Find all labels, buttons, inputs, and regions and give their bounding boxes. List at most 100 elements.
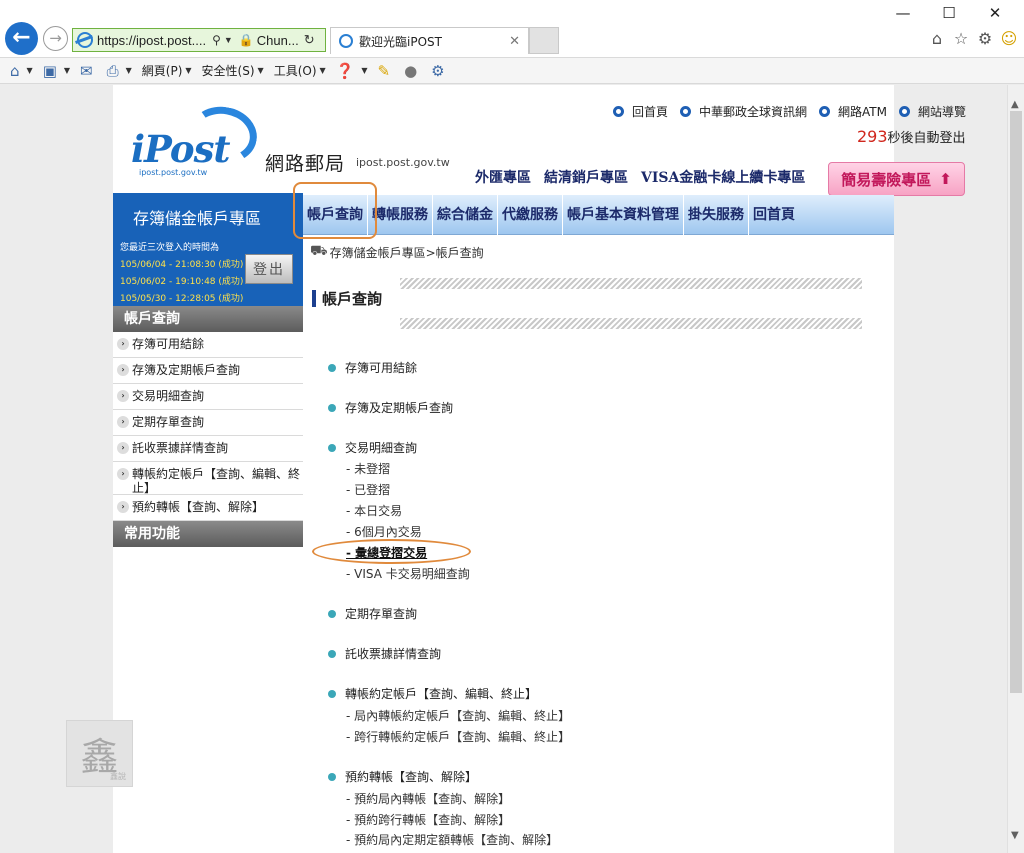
zone-visa-renewal[interactable]: VISA金融卡線上續卡專區: [641, 167, 805, 187]
page-title-text: 帳戶查詢: [322, 290, 383, 308]
command-bar: ⌂ ▼ ▣ ▼ ✉ ⎙ ▼ 網頁(P) ▼ 安全性(S) ▼ 工具(O) ▼ ❓ ▼ ✎ ● …: [0, 58, 1024, 84]
minimize-icon[interactable]: —: [880, 4, 926, 22]
link-visa-details[interactable]: - VISA 卡交易明細查詢: [346, 565, 470, 582]
lock-icon[interactable]: 🔒: [239, 33, 254, 47]
address-url[interactable]: https://ipost.post....: [97, 33, 206, 48]
tools-menu-label: 工具(O): [273, 64, 317, 78]
nav-home[interactable]: 回首頁: [749, 195, 799, 235]
top-link-atm[interactable]: 網路ATM: [819, 103, 887, 120]
link-interbank-designated[interactable]: - 跨行轉帳約定帳戶【查詢、編輯、終止】: [346, 728, 570, 745]
nav-payment-service[interactable]: 代繳服務: [498, 194, 563, 235]
nav-account-profile[interactable]: 帳戶基本資料管理: [563, 194, 684, 235]
chevron-down-icon: ▼: [26, 66, 33, 75]
close-icon[interactable]: ✕: [972, 4, 1018, 22]
sidebar-item-time-deposit[interactable]: › 定期存單查詢: [113, 410, 303, 436]
title-divider: [400, 318, 862, 329]
sidebar-item-scheduled-transfer[interactable]: › 預約轉帳【查詢、解除】: [113, 495, 303, 521]
nav-transfer-service[interactable]: 轉帳服務: [368, 194, 433, 235]
link-scheduled-domestic[interactable]: - 預約局內轉帳【查詢、解除】: [346, 790, 510, 807]
bullet-icon: [899, 106, 910, 117]
link-posted[interactable]: - 已登摺: [346, 481, 390, 498]
printer-icon: ⎙: [106, 61, 119, 80]
smiley-feedback-icon[interactable]: ☺: [1000, 29, 1018, 48]
nav-comprehensive-savings[interactable]: 綜合儲金: [433, 194, 498, 235]
settings-gear-icon[interactable]: ⚙: [976, 29, 994, 48]
tab-ipost[interactable]: 歡迎光臨iPOST ✕: [330, 27, 529, 54]
section-designated-accounts[interactable]: 轉帳約定帳戶【查詢、編輯、終止】: [328, 685, 537, 702]
bullet-icon: [680, 106, 692, 117]
logout-button[interactable]: 登出: [245, 254, 293, 284]
sidebar-item-label: 託收票據詳情查詢: [132, 441, 229, 455]
title-bar-marker: [312, 290, 316, 307]
top-link-sitemap[interactable]: 網站導覽: [899, 103, 966, 120]
browser-toolbar: ← → https://ipost.post.... ⚲ ▼ 🔒 Chun...…: [0, 0, 1024, 58]
close-tab-icon[interactable]: ✕: [509, 34, 520, 49]
zone-account-closure[interactable]: 結清銷戶專區: [544, 167, 628, 187]
help-menu[interactable]: ❓ ▼: [336, 62, 368, 80]
section-accounts[interactable]: 存簿及定期帳戶查詢: [328, 399, 453, 416]
window-controls: — ☐ ✕: [880, 4, 1018, 22]
link-today[interactable]: - 本日交易: [346, 502, 402, 519]
bullet-icon: [328, 443, 336, 452]
chevron-down-icon[interactable]: ▼: [224, 35, 233, 45]
page-menu[interactable]: 網頁(P) ▼: [142, 62, 192, 79]
favorites-star-icon[interactable]: ☆: [952, 29, 970, 48]
ie-page-icon: [77, 32, 93, 48]
scroll-up-icon[interactable]: ▲: [1011, 99, 1019, 110]
zone-forex[interactable]: 外匯專區: [475, 167, 531, 187]
link-domestic-designated[interactable]: - 局內轉帳約定帳戶【查詢、編輯、終止】: [346, 707, 570, 724]
forward-button[interactable]: →: [43, 26, 68, 51]
section-time-deposit[interactable]: 定期存單查詢: [328, 605, 417, 622]
link-scheduled-periodic[interactable]: - 預約局內定期定額轉帳【查詢、解除】: [346, 831, 558, 848]
new-tab-button[interactable]: [529, 27, 559, 54]
camera-button[interactable]: ●: [404, 62, 421, 80]
search-icon[interactable]: ⚲: [212, 33, 221, 47]
top-link-home[interactable]: 回首頁: [613, 103, 668, 120]
sidebar-item-label: 存簿及定期帳戶查詢: [132, 363, 241, 377]
tools-menu[interactable]: 工具(O) ▼: [274, 62, 326, 79]
section-available-balance[interactable]: 存簿可用結餘: [328, 359, 417, 376]
settings-button[interactable]: ⚙: [431, 62, 448, 80]
link-unposted[interactable]: - 未登摺: [346, 460, 390, 477]
sidebar-item-transactions[interactable]: › 交易明細查詢: [113, 384, 303, 410]
address-bar[interactable]: https://ipost.post.... ⚲ ▼ 🔒 Chun... ↻: [72, 28, 326, 52]
watermark-small: 鑫說: [110, 772, 126, 781]
certificate-label[interactable]: Chun...: [257, 33, 299, 48]
maximize-icon[interactable]: ☐: [926, 4, 972, 22]
chevron-right-icon: ›: [117, 338, 129, 350]
mail-button[interactable]: ✉: [80, 62, 97, 80]
feeds-menu[interactable]: ▣ ▼: [43, 62, 70, 80]
sidebar-section-title: 帳戶查詢: [113, 306, 303, 332]
section-collection-bills[interactable]: 託收票據詳情查詢: [328, 645, 441, 662]
nav-loss-report[interactable]: 掛失服務: [684, 194, 749, 235]
ipost-logo[interactable]: iPost ipost.post.gov.tw: [127, 101, 262, 187]
sidebar-item-label: 定期存單查詢: [132, 415, 205, 429]
section-transactions[interactable]: 交易明細查詢: [328, 439, 417, 456]
research-button[interactable]: ✎: [378, 62, 395, 80]
back-button[interactable]: ←: [5, 22, 38, 55]
section-scheduled-transfer[interactable]: 預約轉帳【查詢、解除】: [328, 768, 477, 785]
pen-icon: ✎: [377, 61, 391, 80]
sidebar-item-available-balance[interactable]: › 存簿可用結餘: [113, 332, 303, 358]
sidebar-item-collection-bills[interactable]: › 託收票據詳情查詢: [113, 436, 303, 462]
scroll-down-icon[interactable]: ▼: [1011, 830, 1019, 841]
vertical-scrollbar[interactable]: ▲ ▼: [1007, 85, 1024, 853]
safety-menu[interactable]: 安全性(S) ▼: [202, 62, 264, 79]
sidebar-item-accounts[interactable]: › 存簿及定期帳戶查詢: [113, 358, 303, 384]
top-link-chunghwa-post[interactable]: 中華郵政全球資訊網: [680, 103, 807, 120]
link-six-months[interactable]: - 6個月內交易: [346, 523, 422, 540]
browser-right-icons: ⌂ ☆ ⚙ ☺: [928, 29, 1018, 48]
home-icon[interactable]: ⌂: [928, 29, 946, 48]
home-menu[interactable]: ⌂ ▼: [10, 62, 33, 80]
watermark-logo: 鑫 鑫說: [66, 720, 133, 787]
sidebar-item-designated-accounts[interactable]: › 轉帳約定帳戶【查詢、編輯、終止】: [113, 462, 303, 495]
print-menu[interactable]: ⎙ ▼: [107, 62, 132, 80]
insurance-zone-button[interactable]: 簡易壽險專區 ⬆: [828, 162, 965, 196]
chevron-down-icon: ▼: [319, 66, 326, 75]
camera-icon: ●: [404, 61, 418, 80]
refresh-icon[interactable]: ↻: [304, 32, 315, 48]
link-scheduled-interbank[interactable]: - 預約跨行轉帳【查詢、解除】: [346, 811, 510, 828]
scrollbar-thumb[interactable]: [1010, 111, 1022, 693]
folder-icon: ⛟: [310, 243, 328, 259]
chevron-down-icon: ▼: [185, 66, 192, 75]
